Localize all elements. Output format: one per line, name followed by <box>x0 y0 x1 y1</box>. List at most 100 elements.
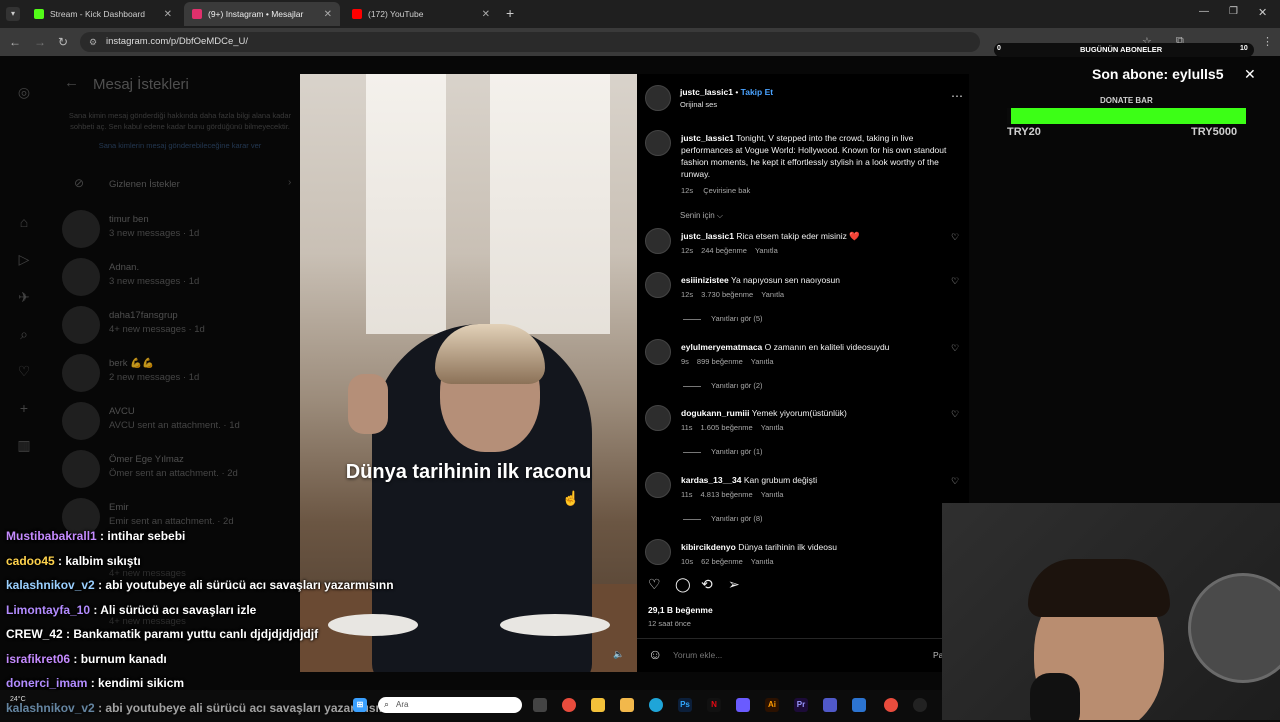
author-avatar[interactable] <box>645 85 671 111</box>
comment-likes[interactable]: 244 beğenme <box>701 246 747 255</box>
comment-divider <box>637 638 969 639</box>
comment-likes[interactable]: 1.605 beğenme <box>701 423 753 432</box>
file-explorer-icon[interactable] <box>591 698 605 712</box>
comment-sort-dropdown[interactable]: Senin için ⌵ <box>680 211 723 221</box>
comment-like-heart-icon[interactable]: ♡ <box>951 409 959 420</box>
reply-button[interactable]: Yanıtla <box>755 246 778 255</box>
audio-label[interactable]: Orijinal ses <box>680 100 717 109</box>
illustrator-icon[interactable]: Ai <box>765 698 779 712</box>
commenter-username[interactable]: dogukann_rumiii <box>681 408 749 418</box>
commenter-avatar[interactable] <box>645 539 671 565</box>
comment-like-heart-icon[interactable]: ♡ <box>951 476 959 487</box>
reply-button[interactable]: Yanıtla <box>751 557 774 566</box>
view-replies-link[interactable]: Yanıtları gör (5) <box>683 314 763 323</box>
chrome-icon[interactable] <box>562 698 576 712</box>
obs-icon[interactable] <box>913 698 927 712</box>
comment-body: Ya napıyosun sen naoıyosun <box>731 275 840 285</box>
post-header: justc_lassic1 • Takip Et <box>680 86 773 98</box>
commenter-avatar[interactable] <box>645 272 671 298</box>
back-arrow-icon[interactable]: ← <box>9 35 21 49</box>
weather-text[interactable]: 24°C <box>10 696 26 703</box>
comment-likes[interactable]: 899 beğenme <box>697 357 743 366</box>
comment-bubble-icon[interactable]: ◯ <box>675 576 691 593</box>
teams-icon[interactable] <box>823 698 837 712</box>
start-windows-icon[interactable]: ⊞ <box>353 698 367 712</box>
comment-like-heart-icon[interactable]: ♡ <box>951 343 959 354</box>
commenter-username[interactable]: eylulmeryematmaca <box>681 342 762 352</box>
tab-instagram[interactable]: (9+) Instagram • Mesajlar ✕ <box>184 2 340 26</box>
author-avatar[interactable] <box>645 130 671 156</box>
repost-icon[interactable]: ⟲ <box>701 576 713 593</box>
site-info-icon[interactable]: ⚙ <box>89 32 97 52</box>
more-horizontal-icon[interactable]: ⋯ <box>951 89 963 103</box>
task-view-icon[interactable] <box>533 698 547 712</box>
view-replies-link[interactable]: Yanıtları gör (2) <box>683 381 763 390</box>
close-tab-icon[interactable]: ✕ <box>482 9 490 20</box>
commenter-avatar[interactable] <box>645 472 671 498</box>
description-username[interactable]: justc_lassic1 <box>681 133 734 143</box>
new-tab-button[interactable]: + <box>506 5 514 21</box>
commenter-avatar[interactable] <box>645 339 671 365</box>
tab-youtube[interactable]: (172) YouTube ✕ <box>344 2 498 26</box>
chat-separator: : <box>97 529 108 543</box>
chevron-down-icon: ⌵ <box>717 211 723 220</box>
commenter-username[interactable]: kibircikdenyo <box>681 542 736 552</box>
photoshop-icon[interactable]: Ps <box>678 698 692 712</box>
author-username[interactable]: justc_lassic1 <box>680 87 733 97</box>
comment-likes[interactable]: 3.730 beğenme <box>701 290 753 299</box>
menu-dots-icon[interactable]: ⋮ <box>1262 35 1273 48</box>
commenter-username[interactable]: justc_lassic1 <box>681 231 734 241</box>
store-icon[interactable] <box>620 698 634 712</box>
view-replies-link[interactable]: Yanıtları gör (8) <box>683 514 763 523</box>
reply-button[interactable]: Yanıtla <box>761 490 784 499</box>
replies-dash <box>683 452 701 453</box>
copilot-icon[interactable] <box>736 698 750 712</box>
replies-dash <box>683 319 701 320</box>
premiere-icon[interactable]: Pr <box>794 698 808 712</box>
instagram-favicon-icon <box>192 9 202 19</box>
close-tab-icon[interactable]: ✕ <box>324 9 332 20</box>
minimize-window-icon[interactable]: — <box>1199 6 1209 17</box>
maximize-window-icon[interactable]: ❐ <box>1229 6 1238 17</box>
forward-arrow-icon[interactable]: → <box>34 35 46 49</box>
share-send-icon[interactable]: ➢ <box>728 576 740 593</box>
close-window-icon[interactable]: ✕ <box>1258 6 1267 19</box>
replies-dash <box>683 386 701 387</box>
chrome-active-icon[interactable] <box>884 698 898 712</box>
comment-likes[interactable]: 62 beğenme <box>701 557 743 566</box>
reply-button[interactable]: Yanıtla <box>751 357 774 366</box>
translation-link[interactable]: Çevirisine bak <box>703 186 750 195</box>
url-text: instagram.com/p/DbfOeMDCe_U/ <box>106 36 248 47</box>
follow-button[interactable]: Takip Et <box>741 87 773 97</box>
address-bar[interactable]: ⚙ instagram.com/p/DbfOeMDCe_U/ <box>80 32 980 52</box>
chat-separator: : <box>90 603 100 617</box>
mouse-cursor-icon: ☝ <box>562 490 579 507</box>
netflix-icon[interactable]: N <box>707 698 721 712</box>
comment-like-heart-icon[interactable]: ♡ <box>951 232 959 243</box>
close-modal-icon[interactable]: ✕ <box>1244 66 1256 83</box>
comment-like-heart-icon[interactable]: ♡ <box>951 276 959 287</box>
kick-favicon-icon <box>34 9 44 19</box>
close-tab-icon[interactable]: ✕ <box>164 9 172 20</box>
comment-time: 12s <box>681 246 693 255</box>
view-replies-link[interactable]: Yanıtları gör (1) <box>683 447 763 456</box>
reload-icon[interactable]: ↻ <box>58 35 68 49</box>
comment-input[interactable] <box>673 648 923 662</box>
taskbar-search-box[interactable]: ⌕ Ara <box>378 697 522 713</box>
commenter-avatar[interactable] <box>645 228 671 254</box>
tab-kick-dashboard[interactable]: Stream - Kick Dashboard ✕ <box>26 2 180 26</box>
commenter-username[interactable]: esiiinizistee <box>681 275 729 285</box>
comment-likes[interactable]: 4.813 beğenme <box>701 490 753 499</box>
like-heart-icon[interactable]: ♡ <box>648 576 661 593</box>
edge-icon[interactable] <box>649 698 663 712</box>
app-icon[interactable] <box>852 698 866 712</box>
windows-taskbar: 24°C ⊞ ⌕ Ara Ps N Ai Pr <box>0 690 942 720</box>
commenter-avatar[interactable] <box>645 405 671 431</box>
reply-button[interactable]: Yanıtla <box>761 290 784 299</box>
like-count[interactable]: 29,1 B beğenme <box>648 605 713 615</box>
commenter-username[interactable]: kardas_13__34 <box>681 475 742 485</box>
reply-button[interactable]: Yanıtla <box>761 423 784 432</box>
emoji-icon[interactable]: ☺ <box>648 646 662 662</box>
mute-toggle-icon[interactable]: 🔈 <box>613 649 627 663</box>
tab-list-chevron-icon[interactable]: ▾ <box>6 7 20 21</box>
